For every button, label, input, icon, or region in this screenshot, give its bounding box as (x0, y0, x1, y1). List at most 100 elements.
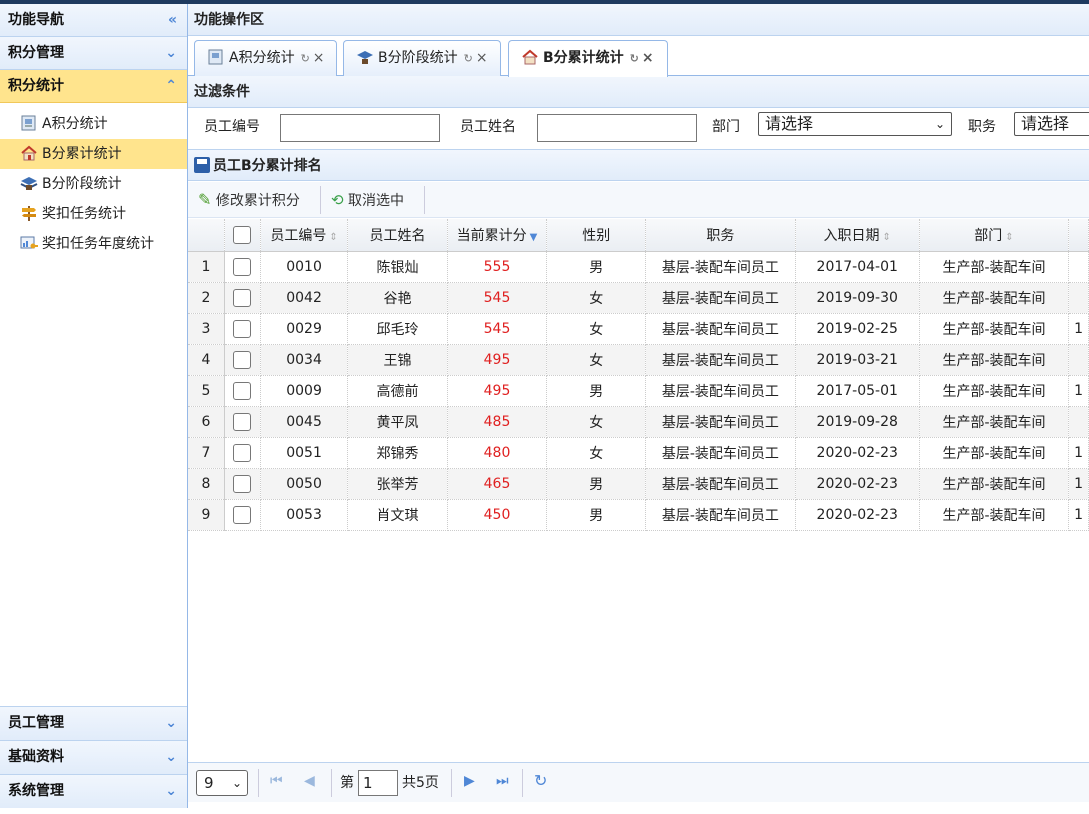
book-stack-icon (356, 44, 374, 64)
prev-page-icon[interactable]: ◀ (304, 773, 315, 789)
edit-points-button[interactable]: ✎ 修改累计积分 (198, 182, 300, 218)
cell-extra: 1 (1068, 437, 1089, 469)
double-chevron-down-icon[interactable]: ⌄ (165, 707, 177, 740)
table-row[interactable]: 3 0029 邱毛玲 545 女基层-装配车间员工 2019-02-25 生产部-装配车间 1 (188, 313, 1089, 345)
table-row[interactable]: 6 0045 黄平凤 485 女基层-装配车间员工 2019-09-28 生产部-装配车间 (188, 406, 1089, 438)
close-icon[interactable]: × (642, 50, 654, 66)
row-number: 2 (188, 282, 226, 314)
row-checkbox[interactable] (233, 288, 252, 307)
close-icon[interactable]: × (476, 50, 488, 66)
cell-no: 0045 (260, 406, 349, 438)
cell-date: 2020-02-23 (795, 468, 920, 500)
cell-extra (1068, 282, 1089, 314)
emp-name-input[interactable] (537, 114, 697, 142)
tab-a-points[interactable]: A积分统计 ↻ × (194, 40, 337, 76)
cell-sex: 女 (546, 313, 647, 345)
row-checkbox[interactable] (233, 474, 252, 493)
row-checkbox[interactable] (233, 443, 252, 462)
nav-item-reward-task-yearly[interactable]: 奖扣任务年度统计 (0, 229, 187, 259)
main-title: 功能操作区 (188, 4, 1089, 36)
cell-sex: 男 (546, 251, 647, 283)
row-checkbox-cell (224, 251, 261, 283)
nav-item-reward-task[interactable]: 奖扣任务统计 (0, 199, 187, 229)
cell-name: 邱毛玲 (347, 313, 448, 345)
col-header-score[interactable]: 当前累计分 ▼ (447, 219, 548, 252)
nav-item-a-points[interactable]: A积分统计 (0, 109, 187, 139)
cell-sex: 男 (546, 375, 647, 407)
select-all-checkbox[interactable] (233, 225, 252, 244)
dept-label: 部门 (712, 119, 740, 135)
filter-bar: 员工编号 员工姓名 部门 请选择 ⌄ 职务 请选择 (188, 108, 1089, 148)
data-grid: 员工编号 ⇕ 员工姓名 当前累计分 ▼ 性别 职务 入职日期 ⇕ 部门 ⇕ 1 0010 陈… (188, 219, 1089, 762)
page-number-input[interactable]: 1 (358, 770, 398, 796)
section-basic-data[interactable]: 基础资料 ⌄ (0, 740, 187, 774)
cell-date: 2017-04-01 (795, 251, 920, 283)
cell-date: 2019-03-21 (795, 344, 920, 376)
col-header-extra (1068, 219, 1089, 252)
col-header-hire-date[interactable]: 入职日期 ⇕ (795, 219, 920, 252)
row-checkbox[interactable] (233, 505, 252, 524)
nav-item-b-cumulative[interactable]: B分累计统计 (0, 139, 187, 169)
refresh-icon[interactable]: ↻ (464, 52, 473, 65)
page-size-select[interactable]: 9 ⌄ (196, 770, 248, 796)
double-chevron-down-icon[interactable]: ⌄ (165, 741, 177, 774)
section-points-management[interactable]: 积分管理 ⌄ (0, 37, 187, 70)
save-icon (194, 157, 210, 173)
row-checkbox[interactable] (233, 381, 252, 400)
last-page-icon[interactable]: ⏭ (496, 773, 509, 789)
table-row[interactable]: 5 0009 高德前 495 男基层-装配车间员工 2017-05-01 生产部-装配车间 1 (188, 375, 1089, 407)
row-checkbox[interactable] (233, 319, 252, 338)
sidebar-title: 功能导航 « (0, 4, 187, 37)
cell-name: 郑锦秀 (347, 437, 448, 469)
table-row[interactable]: 4 0034 王锦 495 女基层-装配车间员工 2019-03-21 生产部-装配车间 (188, 344, 1089, 376)
table-row[interactable]: 9 0053 肖文琪 450 男基层-装配车间员工 2020-02-23 生产部-装配车间 1 (188, 499, 1089, 531)
sort-desc-icon: ▼ (529, 231, 538, 243)
nav-item-b-stage[interactable]: B分阶段统计 (0, 169, 187, 199)
cell-name: 高德前 (347, 375, 448, 407)
cell-pos: 基层-装配车间员工 (645, 468, 796, 500)
pager-divider (451, 769, 452, 797)
position-select[interactable]: 请选择 (1014, 112, 1089, 136)
col-header-emp-name[interactable]: 员工姓名 (347, 219, 448, 252)
table-row[interactable]: 2 0042 谷艳 545 女基层-装配车间员工 2019-09-30 生产部-装配车间 (188, 282, 1089, 314)
double-chevron-up-icon[interactable]: ⌃ (165, 70, 177, 103)
emp-no-input[interactable] (280, 114, 440, 142)
book-stack-icon (20, 172, 38, 190)
double-chevron-left-icon[interactable]: « (168, 4, 177, 37)
cancel-select-button[interactable]: ⟲ 取消选中 (331, 182, 404, 218)
next-page-icon[interactable]: ▶ (464, 773, 475, 789)
col-header-position[interactable]: 职务 (645, 219, 796, 252)
section-points-statistics[interactable]: 积分统计 ⌃ (0, 70, 187, 103)
close-icon[interactable]: × (313, 50, 325, 66)
table-row[interactable]: 1 0010 陈银灿 555 男基层-装配车间员工 2017-04-01 生产部-装配车间 (188, 251, 1089, 283)
cell-name: 陈银灿 (347, 251, 448, 283)
tab-b-stage[interactable]: B分阶段统计 ↻ × (343, 40, 501, 76)
row-checkbox-cell (224, 437, 261, 469)
cell-score: 450 (447, 499, 548, 531)
cell-pos: 基层-装配车间员工 (645, 406, 796, 438)
cell-sex: 男 (546, 468, 647, 500)
row-checkbox[interactable] (233, 257, 252, 276)
row-checkbox-cell (224, 282, 261, 314)
dept-select[interactable]: 请选择 ⌄ (758, 112, 952, 136)
table-row[interactable]: 7 0051 郑锦秀 480 女基层-装配车间员工 2020-02-23 生产部-装配车间 1 (188, 437, 1089, 469)
first-page-icon[interactable]: ⏮ (270, 773, 283, 789)
refresh-icon[interactable]: ↻ (534, 771, 547, 790)
col-header-emp-no[interactable]: 员工编号 ⇕ (260, 219, 349, 252)
row-checkbox[interactable] (233, 350, 252, 369)
section-system-management[interactable]: 系统管理 ⌄ (0, 774, 187, 808)
section-employee-management[interactable]: 员工管理 ⌄ (0, 706, 187, 740)
col-header-dept[interactable]: 部门 ⇕ (919, 219, 1070, 252)
double-chevron-down-icon[interactable]: ⌄ (165, 775, 177, 808)
col-header-sex[interactable]: 性别 (546, 219, 647, 252)
tab-b-cumulative[interactable]: B分累计统计 ↻ × (508, 40, 668, 77)
refresh-icon[interactable]: ↻ (301, 52, 310, 65)
table-row[interactable]: 8 0050 张举芳 465 男基层-装配车间员工 2020-02-23 生产部-装配车间 1 (188, 468, 1089, 500)
row-number: 5 (188, 375, 226, 407)
cell-dept: 生产部-装配车间 (919, 375, 1070, 407)
grid-title-bar: 员工B分累计排名 (188, 149, 1089, 181)
refresh-icon[interactable]: ↻ (630, 52, 639, 65)
row-checkbox[interactable] (233, 412, 252, 431)
double-chevron-down-icon[interactable]: ⌄ (165, 37, 177, 70)
row-number: 6 (188, 406, 226, 438)
